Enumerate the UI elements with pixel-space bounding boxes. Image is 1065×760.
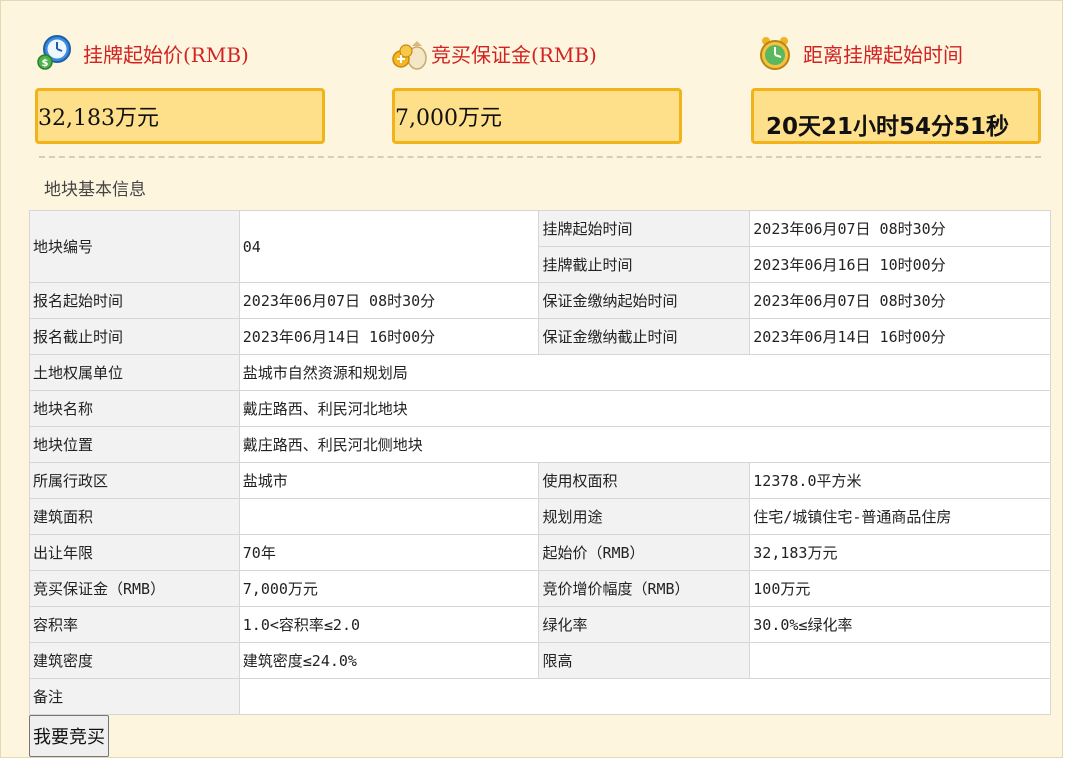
cell-value: 32,183万元 (749, 534, 1051, 571)
cell-value: 戴庄路西、利民河北侧地块 (238, 426, 1052, 463)
cell-value: 12378.0平方米 (749, 462, 1051, 499)
cell-value: 2023年06月07日 08时30分 (749, 210, 1051, 247)
svg-text:$: $ (42, 58, 49, 69)
cell-label: 出让年限 (29, 534, 240, 571)
cell-label: 起始价（RMB） (538, 534, 751, 571)
cell-value (238, 498, 540, 535)
cell-label: 容积率 (29, 606, 240, 643)
land-listing-panel: $ 挂牌起始价(RMB) 竞买保证金(RMB) 距离挂牌起始时间 32,183万… (0, 0, 1063, 758)
clock-money-icon: $ (35, 33, 75, 73)
cell-label: 报名截止时间 (29, 318, 240, 355)
cell-label: 保证金缴纳起始时间 (538, 282, 751, 319)
cell-label: 使用权面积 (538, 462, 751, 499)
deposit-header: 竞买保证金(RMB) (389, 31, 597, 75)
cell-label: 建筑面积 (29, 498, 240, 535)
cell-label: 竞买保证金（RMB） (29, 570, 240, 607)
cell-label: 报名起始时间 (29, 282, 240, 319)
table-row: 备注 (29, 678, 1052, 715)
table-row: 竞买保证金（RMB） 7,000万元 竞价增价幅度（RMB） 100万元 (29, 570, 1051, 607)
cell-value: 盐城市自然资源和规划局 (238, 354, 1052, 391)
countdown-box: 20天21小时54分51秒 (751, 88, 1041, 144)
alarm-clock-icon (755, 33, 795, 73)
parcel-info-table: 地块编号 04 挂牌起始时间 2023年06月07日 08时30分 挂牌截止时间… (29, 210, 1052, 715)
cell-label: 规划用途 (538, 498, 751, 535)
start-price-header: $ 挂牌起始价(RMB) (35, 31, 249, 75)
cell-label: 备注 (29, 678, 240, 715)
table-row: 所属行政区 盐城市 使用权面积 12378.0平方米 (29, 462, 1051, 499)
table-row: 地块位置 戴庄路西、利民河北侧地块 (29, 426, 1052, 463)
cell-label: 竞价增价幅度（RMB） (538, 570, 751, 607)
table-row: 报名起始时间 2023年06月07日 08时30分 保证金缴纳起始时间 2023… (29, 282, 1051, 319)
cell-label: 所属行政区 (29, 462, 240, 499)
table-row: 地块名称 戴庄路西、利民河北地块 (29, 390, 1052, 427)
cell-value: 建筑密度≤24.0% (238, 642, 540, 679)
coins-bag-icon (389, 33, 429, 73)
cell-label: 地块位置 (29, 426, 240, 463)
cell-value: 住宅/城镇住宅-普通商品住房 (749, 498, 1051, 535)
deposit-box: 7,000万元 (392, 88, 682, 144)
cell-value (749, 642, 1051, 679)
cell-label: 地块名称 (29, 390, 240, 427)
cell-value (238, 678, 1052, 715)
cell-label: 保证金缴纳截止时间 (538, 318, 751, 355)
cell-value: 100万元 (749, 570, 1051, 607)
bid-button[interactable]: 我要竞买 (29, 715, 109, 757)
cell-label: 地块编号 (29, 210, 240, 283)
cell-value: 2023年06月07日 08时30分 (749, 282, 1051, 319)
cell-value: 盐城市 (238, 462, 540, 499)
table-row: 地块编号 04 挂牌起始时间 2023年06月07日 08时30分 (29, 210, 1051, 283)
deposit-value: 7,000万元 (395, 106, 502, 131)
cell-value: 2023年06月16日 10时00分 (749, 246, 1051, 283)
divider (39, 156, 1041, 158)
section-title: 地块基本信息 (44, 180, 146, 200)
cell-value: 04 (238, 210, 540, 283)
table-row: 容积率 1.0<容积率≤2.0 绿化率 30.0%≤绿化率 (29, 606, 1051, 643)
cell-label: 建筑密度 (29, 642, 240, 679)
table-row: 出让年限 70年 起始价（RMB） 32,183万元 (29, 534, 1051, 571)
cell-value: 2023年06月07日 08时30分 (238, 282, 540, 319)
deposit-label: 竞买保证金(RMB) (431, 42, 597, 67)
cell-value: 7,000万元 (238, 570, 540, 607)
table-row: 报名截止时间 2023年06月14日 16时00分 保证金缴纳截止时间 2023… (29, 318, 1051, 355)
start-price-label: 挂牌起始价(RMB) (83, 42, 249, 67)
cell-label: 限高 (538, 642, 751, 679)
cell-label: 挂牌截止时间 (538, 246, 751, 283)
cell-label: 土地权属单位 (29, 354, 240, 391)
cell-value: 1.0<容积率≤2.0 (238, 606, 540, 643)
table-row: 土地权属单位 盐城市自然资源和规划局 (29, 354, 1052, 391)
countdown-value: 20天21小时54分51秒 (766, 114, 1010, 140)
countdown-header: 距离挂牌起始时间 (755, 31, 963, 75)
cell-label: 绿化率 (538, 606, 751, 643)
countdown-label: 距离挂牌起始时间 (803, 42, 963, 67)
table-row: 建筑面积 规划用途 住宅/城镇住宅-普通商品住房 (29, 498, 1051, 535)
start-price-box: 32,183万元 (35, 88, 325, 144)
table-row: 建筑密度 建筑密度≤24.0% 限高 (29, 642, 1051, 679)
cell-value: 2023年06月14日 16时00分 (749, 318, 1051, 355)
cell-value: 2023年06月14日 16时00分 (238, 318, 540, 355)
cell-value: 戴庄路西、利民河北地块 (238, 390, 1052, 427)
cell-label: 挂牌起始时间 (538, 210, 751, 247)
cell-value: 30.0%≤绿化率 (749, 606, 1051, 643)
start-price-value: 32,183万元 (38, 106, 159, 131)
cell-value: 70年 (238, 534, 540, 571)
